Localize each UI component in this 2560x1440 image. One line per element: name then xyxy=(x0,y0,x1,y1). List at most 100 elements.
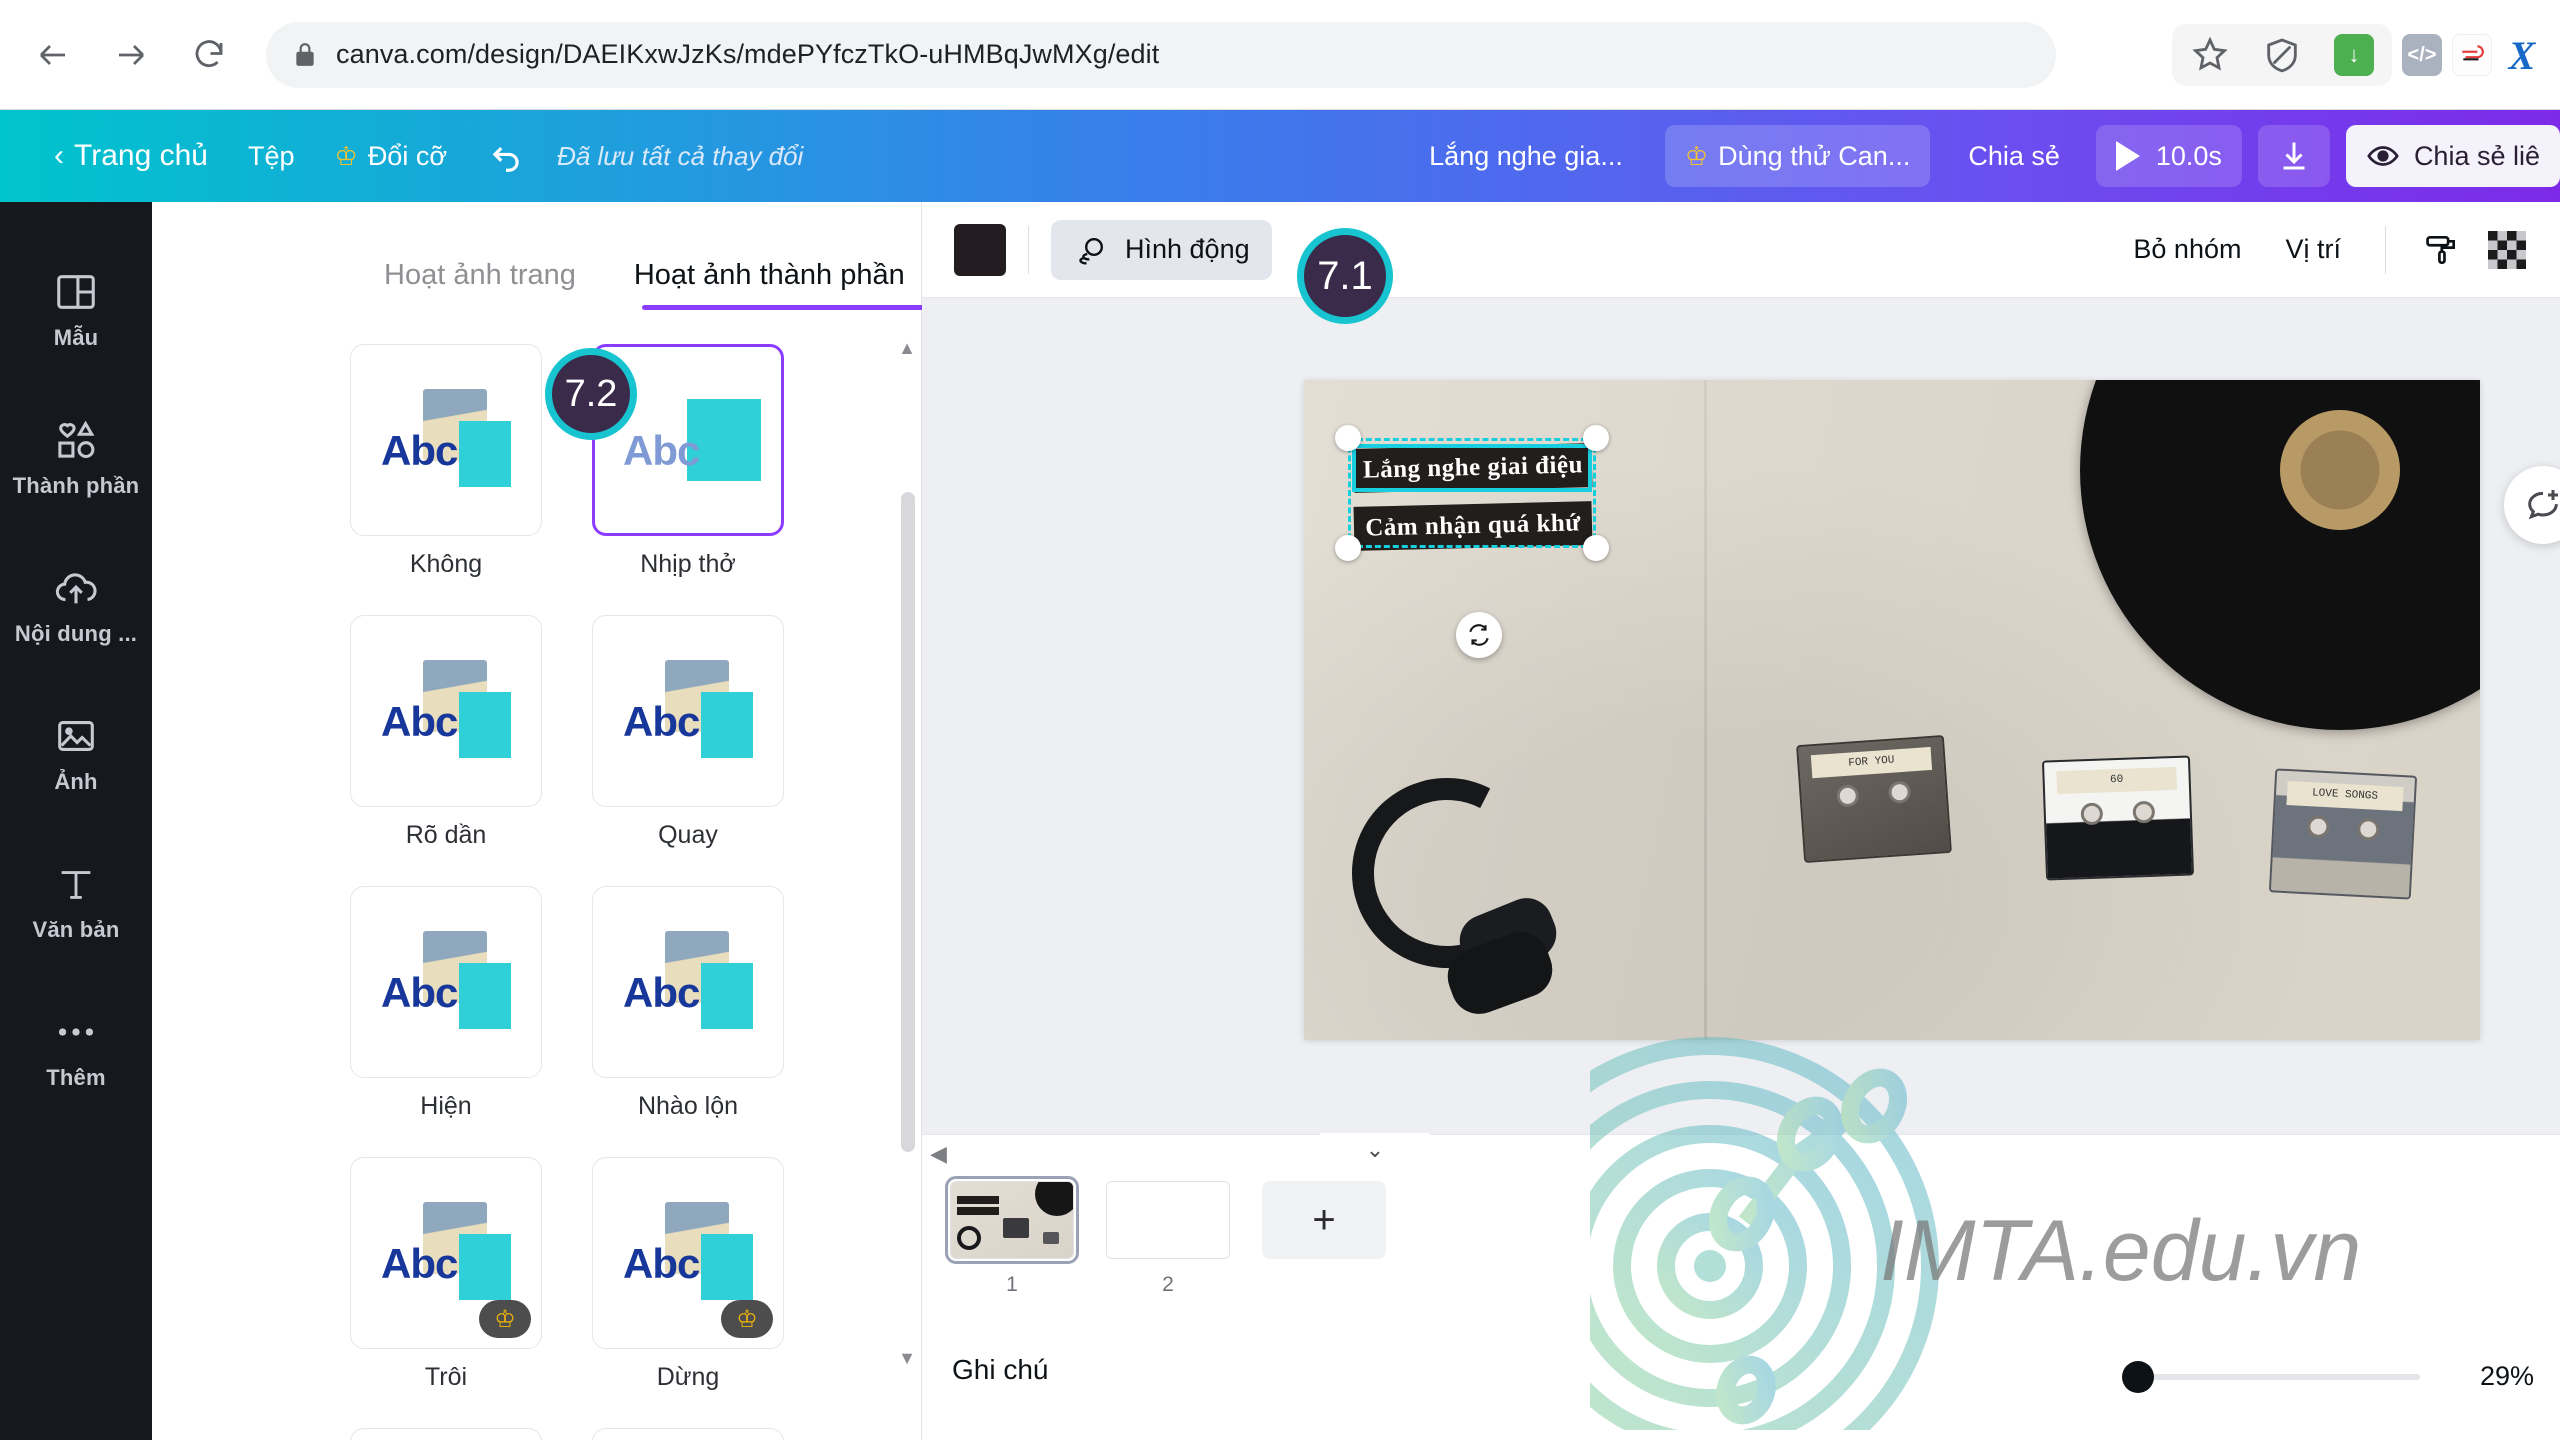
position-button[interactable]: Vị trí xyxy=(2263,220,2363,280)
animation-option-dung[interactable]: Abc ♔ Dừng xyxy=(592,1157,784,1392)
animation-thumb[interactable]: Abc xyxy=(592,886,784,1078)
browser-forward-button[interactable] xyxy=(100,24,162,86)
animation-option-troi[interactable]: Abc ♔ Trôi xyxy=(350,1157,542,1392)
panel-scroll-down-arrow[interactable]: ▼ xyxy=(896,1348,918,1370)
page-thumbnail-image[interactable] xyxy=(1106,1181,1230,1259)
sidebar-item-photos[interactable]: Ảnh xyxy=(0,680,152,828)
design-page[interactable]: FOR YOU 60 LOVE SONGS Lắng nghe giai điệ… xyxy=(1304,380,2480,1040)
sidebar-item-more[interactable]: Thêm xyxy=(0,976,152,1124)
sidebar-item-uploads[interactable]: Nội dung ... xyxy=(0,532,152,680)
page-thumbnail-2[interactable]: 2 xyxy=(1106,1181,1230,1297)
sidebar-label-more: Thêm xyxy=(46,1065,106,1090)
highlighter-extension-button[interactable] xyxy=(2452,34,2492,76)
animation-thumb[interactable]: Abc ♔ xyxy=(592,1157,784,1349)
home-button[interactable]: ‹ Trang chủ xyxy=(34,125,228,187)
browser-back-button[interactable] xyxy=(22,24,84,86)
address-bar[interactable]: canva.com/design/DAEIKxwJzKs/mdePYfczTkO… xyxy=(266,21,2056,88)
animation-thumb[interactable]: Abc xyxy=(592,615,784,807)
try-canva-pro-button[interactable]: ♔ Dùng thử Can... xyxy=(1664,125,1931,187)
animation-thumb[interactable]: Abc ♔ xyxy=(592,1428,784,1440)
undo-button[interactable] xyxy=(467,125,545,187)
animation-thumb[interactable]: Abc xyxy=(350,615,542,807)
extension-pill-group: ↓ xyxy=(2172,24,2392,86)
x-extension-button[interactable]: X xyxy=(2502,33,2542,78)
animation-option-xoay[interactable]: Abc ♔ Xoay xyxy=(350,1428,542,1440)
abc-thumbnail: Abc xyxy=(371,1198,521,1308)
play-icon xyxy=(2115,141,2140,171)
thumb-cyan-shape xyxy=(459,692,511,758)
canvas-area[interactable]: FOR YOU 60 LOVE SONGS Lắng nghe giai điệ… xyxy=(922,298,2560,1134)
file-menu-button[interactable]: Tệp xyxy=(228,125,315,187)
selected-text-group[interactable]: Lắng nghe giai điệu Cảm nhận quá khứ xyxy=(1335,425,1609,561)
panel-scrollbar[interactable] xyxy=(901,492,915,1152)
animation-thumb[interactable]: Abc xyxy=(350,886,542,1078)
cassette-reel-right xyxy=(2356,817,2380,842)
animation-option-hien[interactable]: Abc Hiện xyxy=(350,886,542,1121)
share-button[interactable]: Chia sẻ xyxy=(1948,125,2080,187)
transparency-button[interactable] xyxy=(2474,220,2540,280)
zoom-slider-knob[interactable] xyxy=(2122,1360,2154,1393)
document-title[interactable]: Lắng nghe gia... xyxy=(1409,125,1643,187)
page-number: 2 xyxy=(1162,1273,1174,1296)
share-live-label: Chia sẻ liê xyxy=(2413,140,2540,171)
download-extension-button[interactable]: ↓ xyxy=(2334,34,2374,76)
download-button[interactable] xyxy=(2257,125,2330,187)
sidebar-item-elements[interactable]: Thành phần xyxy=(0,384,152,532)
panel-scroll-up-arrow[interactable]: ▲ xyxy=(896,338,918,360)
animation-option-quay[interactable]: Abc Quay xyxy=(592,615,784,850)
animation-option-nhao-lon[interactable]: Abc Nhào lộn xyxy=(592,886,784,1121)
arrow-left-icon xyxy=(40,44,65,65)
tab-element-animation[interactable]: Hoạt ảnh thành phần xyxy=(634,259,905,310)
download-arrow-icon xyxy=(2283,142,2305,170)
add-page-button[interactable]: + xyxy=(1262,1181,1386,1259)
resize-handle-top-right[interactable] xyxy=(1583,425,1609,451)
animation-option-ro-dan[interactable]: Abc Rõ dần xyxy=(350,615,542,850)
text-color-swatch[interactable] xyxy=(954,223,1006,276)
tab-page-animation[interactable]: Hoạt ảnh trang xyxy=(384,259,576,310)
home-label: Trang chủ xyxy=(74,139,208,172)
animation-label: Dừng xyxy=(656,1363,720,1391)
share-live-button[interactable]: Chia sẻ liê xyxy=(2345,125,2560,187)
code-extension-button[interactable]: </> xyxy=(2402,34,2442,76)
animation-option-khong[interactable]: Abc Không xyxy=(350,344,542,579)
cassette-reel-right xyxy=(1888,780,1912,804)
plus-icon: + xyxy=(1312,1197,1336,1242)
paint-roller-button[interactable] xyxy=(2408,220,2474,280)
add-comment-button[interactable] xyxy=(2504,466,2560,544)
browser-reload-button[interactable] xyxy=(178,24,240,86)
tab-element-animation-label: Hoạt ảnh thành phần xyxy=(633,259,905,291)
cassette-reel-left xyxy=(2306,815,2331,839)
cassette-tape-2: 60 xyxy=(2041,755,2195,881)
animate-button[interactable]: Hình động xyxy=(1051,219,1272,280)
rotate-handle[interactable] xyxy=(1456,612,1502,658)
callout-7-2: 7.2 xyxy=(545,348,637,440)
ungroup-button[interactable]: Bỏ nhóm xyxy=(2111,220,2263,280)
animation-panel-tabs: Hoạt ảnh trang Hoạt ảnh thành phần xyxy=(152,202,921,310)
notes-label: Ghi chú xyxy=(952,1354,1049,1385)
zoom-slider[interactable] xyxy=(2122,1360,2420,1393)
expand-pages-button[interactable]: ⌄ xyxy=(1320,1133,1430,1167)
animation-thumb[interactable]: Abc xyxy=(350,344,542,536)
animation-thumb[interactable]: Abc ♔ xyxy=(350,1428,542,1440)
bookmark-star-button[interactable] xyxy=(2190,35,2230,75)
resize-handle-bottom-right[interactable] xyxy=(1583,535,1609,561)
animation-option-row4-1[interactable]: Abc ♔ xyxy=(592,1428,784,1440)
sidebar-item-templates[interactable]: Mẫu xyxy=(0,236,152,384)
play-duration-button[interactable]: 10.0s xyxy=(2095,125,2242,187)
resize-handle-bottom-left[interactable] xyxy=(1335,535,1361,561)
notes-button[interactable]: Ghi chú xyxy=(952,1354,1049,1386)
resize-handle-top-left[interactable] xyxy=(1335,425,1361,451)
animation-thumb[interactable]: Abc ♔ xyxy=(350,1157,542,1349)
page-thumbnail-1[interactable]: 1 xyxy=(945,1176,1079,1297)
add-page-cell[interactable]: + xyxy=(1262,1181,1386,1259)
sidebar-item-text[interactable]: Văn bản xyxy=(0,828,152,976)
resize-button[interactable]: ♔ Đổi cỡ xyxy=(315,125,468,187)
upload-cloud-icon xyxy=(55,573,97,604)
shield-extension-button[interactable] xyxy=(2262,35,2302,75)
pro-crown-icon: ♔ xyxy=(479,1300,531,1338)
animation-grid: Abc Không Abc Nhịp thở Abc Rõ dần Abc Qu… xyxy=(152,310,920,1440)
star-icon xyxy=(2192,36,2228,71)
page-thumbnail-image[interactable] xyxy=(945,1176,1079,1264)
abc-thumbnail: Abc xyxy=(371,385,521,495)
collapse-left-icon[interactable]: ◀ xyxy=(930,1141,947,1167)
